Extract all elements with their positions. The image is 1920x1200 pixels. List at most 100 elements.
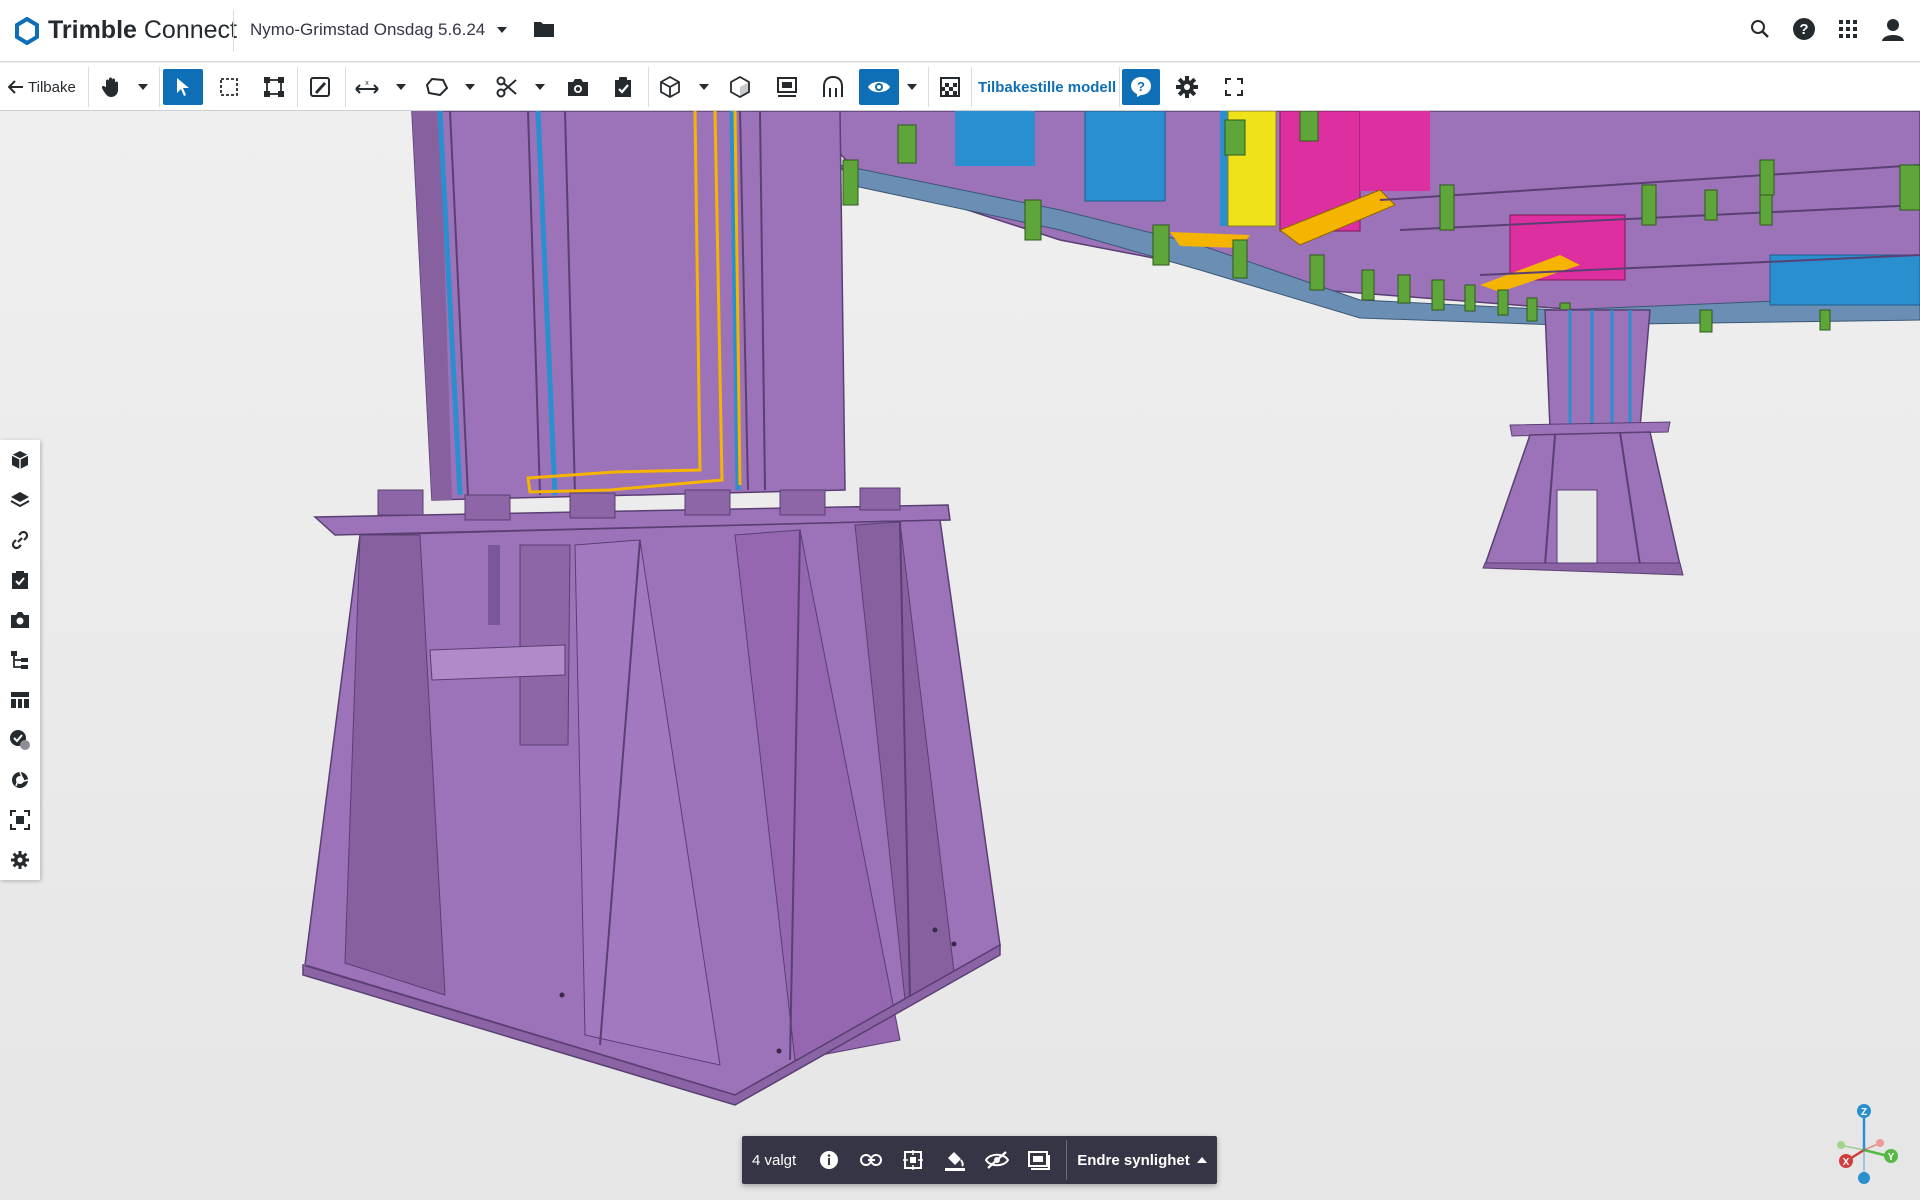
pan-tool-button[interactable] (97, 69, 125, 105)
create-todo-button[interactable] (608, 69, 638, 105)
left-panel-bar (0, 440, 40, 880)
tunnel-icon (823, 75, 843, 97)
markup-pen-icon (310, 77, 330, 97)
selection-action-bar: 4 valgt Endre synlighet (742, 1136, 1217, 1184)
chevron-down-icon (465, 84, 475, 90)
render-mode-button[interactable] (935, 69, 965, 105)
clipboard-check-icon (615, 77, 631, 97)
section-cut-button[interactable] (492, 69, 522, 105)
divider (88, 67, 89, 107)
extensions-icon[interactable] (8, 768, 32, 792)
visibility-mode-dropdown[interactable] (904, 69, 920, 105)
divider (233, 10, 234, 52)
settings-icon[interactable] (8, 848, 32, 872)
arrow-left-icon (8, 80, 23, 94)
3d-model-render[interactable] (0, 111, 1920, 1200)
markup-button[interactable] (306, 69, 334, 105)
chevron-down-icon (699, 84, 709, 90)
bounding-box-icon (264, 77, 284, 97)
divider (297, 67, 298, 107)
todo-icon[interactable] (8, 568, 32, 592)
select-box-mode-button[interactable] (260, 69, 288, 105)
svg-text:?: ? (1799, 21, 1808, 38)
info-icon[interactable] (815, 1146, 843, 1174)
folder-icon[interactable] (533, 19, 555, 39)
reset-model-button[interactable]: Tilbakestille modell (978, 69, 1116, 105)
2d-view-button[interactable] (772, 69, 802, 105)
snapshot-button[interactable] (563, 69, 593, 105)
fullscreen-icon (1225, 78, 1243, 96)
back-button[interactable]: Tilbake (8, 69, 76, 105)
link-icon[interactable] (8, 528, 32, 552)
select-tool-button[interactable] (163, 69, 203, 105)
checker-icon (940, 77, 960, 97)
visibility-mode-button[interactable] (859, 69, 899, 105)
measure-icon: x (355, 80, 379, 94)
svg-text:x: x (365, 80, 369, 87)
fit-icon[interactable] (8, 808, 32, 832)
apps-grid-icon[interactable] (1838, 19, 1858, 39)
fullscreen-button[interactable] (1219, 69, 1249, 105)
paint-bucket-icon[interactable] (941, 1146, 969, 1174)
help-mode-button[interactable]: ? (1122, 69, 1160, 105)
camera-icon (568, 79, 588, 96)
views-icon[interactable] (8, 608, 32, 632)
measure-tool-dropdown[interactable] (393, 69, 409, 105)
layers-view-icon (777, 77, 797, 97)
isolate-icon[interactable] (1025, 1146, 1053, 1174)
divider (1119, 67, 1120, 107)
selection-count: 4 valgt (752, 1151, 797, 1169)
zoom-to-selection-icon[interactable] (899, 1146, 927, 1174)
search-icon[interactable] (1750, 19, 1770, 39)
user-avatar-icon[interactable] (1880, 16, 1906, 42)
divider (648, 67, 649, 107)
layers-icon[interactable] (8, 488, 32, 512)
eye-icon (868, 81, 890, 93)
chevron-down-icon (396, 84, 406, 90)
viewer-settings-button[interactable] (1172, 69, 1202, 105)
svg-text:?: ? (1137, 79, 1145, 94)
chevron-down-icon (907, 84, 917, 90)
polygon-icon (425, 77, 449, 97)
app-title: Trimble Connect (48, 16, 237, 44)
gear-icon (1176, 76, 1198, 98)
cube-icon (660, 75, 680, 99)
chevron-down-icon (497, 27, 508, 33)
cube-outline-icon (730, 75, 750, 99)
hide-icon[interactable] (983, 1146, 1011, 1174)
3d-viewport[interactable] (0, 111, 1920, 1200)
z-axis-label: Z (1861, 1107, 1867, 1118)
trimble-logo-icon (15, 16, 39, 45)
cursor-arrow-icon (177, 78, 189, 96)
change-visibility-button[interactable]: Endre synlighet (1077, 1152, 1207, 1169)
help-icon[interactable]: ? (1792, 17, 1816, 41)
section-cut-dropdown[interactable] (532, 69, 548, 105)
x-axis-label: X (1843, 1157, 1850, 1168)
chevron-down-icon (138, 84, 148, 90)
clash-icon[interactable] (8, 728, 32, 752)
trimble-connect-logo[interactable]: Trimble Connect (14, 16, 237, 45)
projection-button[interactable] (725, 69, 755, 105)
table-icon[interactable] (8, 688, 32, 712)
link-objects-icon[interactable] (857, 1146, 885, 1174)
chevron-down-icon (535, 84, 545, 90)
walk-mode-button[interactable] (818, 69, 848, 105)
scissors-icon (496, 76, 517, 98)
project-name: Nymo-Grimstad Onsdag 5.6.24 (250, 20, 486, 39)
hierarchy-icon[interactable] (8, 648, 32, 672)
box-select-button[interactable] (215, 69, 243, 105)
shape-tool-button[interactable] (422, 69, 452, 105)
view-cube-button[interactable] (655, 69, 685, 105)
help-bubble-icon: ? (1131, 77, 1151, 97)
axis-gizmo[interactable]: Z X Y (1828, 1100, 1908, 1185)
pan-tool-dropdown[interactable] (135, 69, 151, 105)
divider (345, 67, 346, 107)
shape-tool-dropdown[interactable] (462, 69, 478, 105)
measure-tool-button[interactable]: x (352, 69, 382, 105)
hand-icon (101, 77, 118, 97)
models-icon[interactable] (8, 448, 32, 472)
project-selector[interactable]: Nymo-Grimstad Onsdag 5.6.24 (250, 20, 508, 40)
view-cube-dropdown[interactable] (696, 69, 712, 105)
y-axis-label: Y (1888, 1152, 1895, 1163)
divider (159, 67, 160, 107)
